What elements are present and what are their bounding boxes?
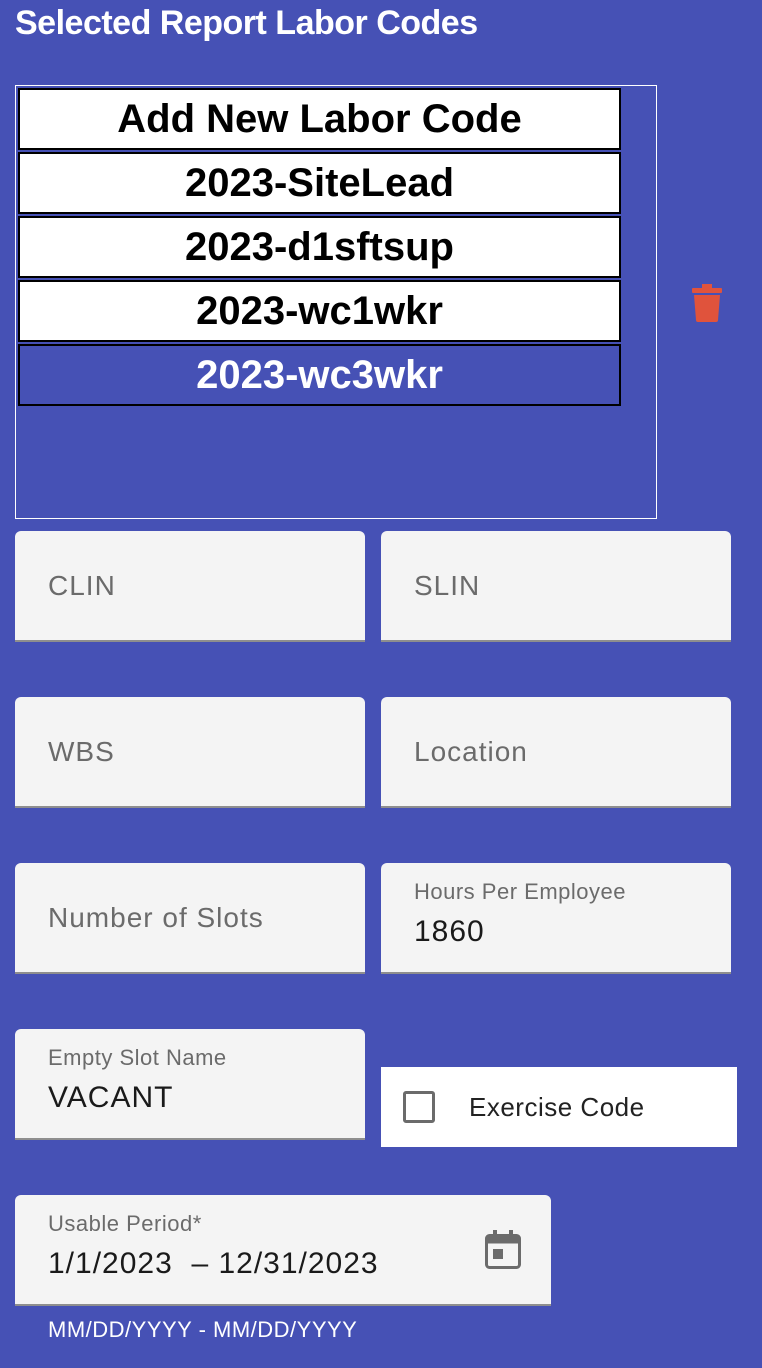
labor-code-option-selected[interactable]: 2023-wc3wkr xyxy=(18,344,621,406)
usable-period-value: 1/1/2023 – 12/31/2023 xyxy=(48,1247,379,1280)
location-placeholder: Location xyxy=(414,735,528,767)
hours-per-employee-value: 1860 xyxy=(414,915,485,948)
clin-field[interactable]: CLIN xyxy=(15,531,365,642)
exercise-code-label: Exercise Code xyxy=(469,1091,645,1122)
wbs-field[interactable]: WBS xyxy=(15,697,365,808)
hours-per-employee-field[interactable]: Hours Per Employee 1860 xyxy=(381,863,731,974)
trash-icon[interactable] xyxy=(692,284,722,322)
page-title: Selected Report Labor Codes xyxy=(15,4,478,42)
empty-slot-name-value: VACANT xyxy=(48,1081,174,1114)
number-of-slots-field[interactable]: Number of Slots xyxy=(15,863,365,974)
labor-code-list[interactable]: Add New Labor Code 2023-SiteLead 2023-d1… xyxy=(15,85,657,519)
empty-slot-name-label: Empty Slot Name xyxy=(48,1045,227,1070)
exercise-code-checkbox[interactable] xyxy=(403,1091,435,1123)
exercise-code-checkbox-row[interactable]: Exercise Code xyxy=(381,1067,737,1147)
clin-placeholder: CLIN xyxy=(48,569,116,601)
labor-code-option[interactable]: 2023-wc1wkr xyxy=(18,280,621,342)
number-of-slots-placeholder: Number of Slots xyxy=(48,901,264,933)
empty-slot-name-field[interactable]: Empty Slot Name VACANT xyxy=(15,1029,365,1140)
labor-code-option[interactable]: 2023-d1sftsup xyxy=(18,216,621,278)
usable-period-hint: MM/DD/YYYY - MM/DD/YYYY xyxy=(48,1317,358,1342)
usable-period-label: Usable Period* xyxy=(48,1211,202,1236)
labor-code-option[interactable]: 2023-SiteLead xyxy=(18,152,621,214)
location-field[interactable]: Location xyxy=(381,697,731,808)
labor-code-option-add-new[interactable]: Add New Labor Code xyxy=(18,88,621,150)
usable-period-field[interactable]: Usable Period* 1/1/2023 – 12/31/2023 xyxy=(15,1195,551,1306)
wbs-placeholder: WBS xyxy=(48,735,115,767)
hours-per-employee-label: Hours Per Employee xyxy=(414,879,626,904)
calendar-icon[interactable] xyxy=(485,1230,521,1270)
slin-field[interactable]: SLIN xyxy=(381,531,731,642)
slin-placeholder: SLIN xyxy=(414,569,481,601)
